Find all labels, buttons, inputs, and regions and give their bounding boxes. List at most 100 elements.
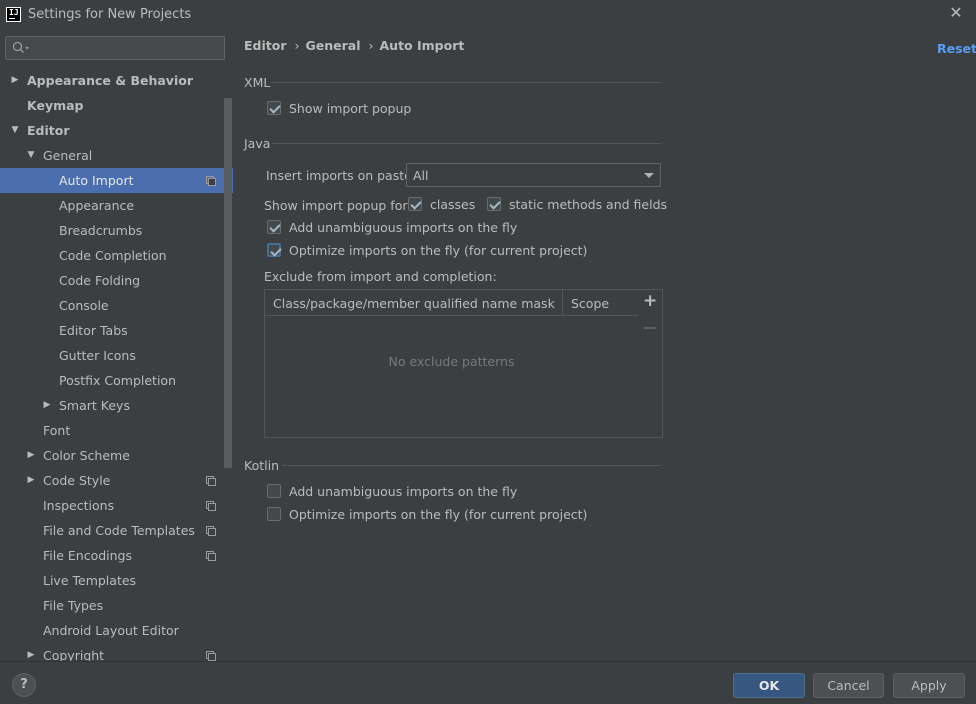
sidebar-item-appearance-behavior[interactable]: ▶ Appearance & Behavior: [0, 68, 233, 93]
java-optimize-imports-checkbox[interactable]: [267, 243, 281, 257]
sidebar-item-android-layout-editor[interactable]: Android Layout Editor: [0, 618, 233, 643]
java-classes-checkbox[interactable]: [408, 197, 422, 211]
sidebar-item-general[interactable]: ▼ General: [0, 143, 233, 168]
chevron-right-icon[interactable]: ▶: [26, 643, 36, 661]
sidebar-item-label: File Encodings: [43, 548, 133, 563]
sidebar-item-font[interactable]: Font: [0, 418, 233, 443]
sidebar-item-file-encodings[interactable]: File Encodings: [0, 543, 233, 568]
breadcrumb: Editor › General › Auto Import: [244, 38, 470, 54]
sidebar-scrollbar[interactable]: [224, 98, 232, 468]
search-input[interactable]: [36, 40, 216, 56]
java-add-unambiguous-checkbox[interactable]: [267, 220, 281, 234]
cancel-button[interactable]: Cancel: [813, 673, 884, 698]
intellij-logo-icon: IJ: [6, 7, 21, 22]
breadcrumb-separator: ›: [368, 38, 374, 53]
breadcrumb-separator: ›: [294, 38, 300, 53]
chevron-right-icon[interactable]: ▶: [26, 443, 36, 468]
chevron-right-icon[interactable]: ▶: [42, 393, 52, 418]
reset-link[interactable]: Reset: [937, 41, 976, 56]
kotlin-add-unambiguous-checkbox[interactable]: [267, 484, 281, 498]
project-scope-icon: [206, 476, 216, 486]
kotlin-section-title: Kotlin: [244, 458, 279, 473]
insert-imports-value: All: [413, 168, 429, 183]
sidebar-item-keymap[interactable]: Keymap: [0, 93, 233, 118]
window-title: Settings for New Projects: [28, 7, 192, 22]
sidebar-item-label: Code Folding: [59, 273, 141, 288]
kotlin-optimize-imports-checkbox[interactable]: [267, 507, 281, 521]
ok-button[interactable]: OK: [733, 673, 805, 698]
chevron-right-icon[interactable]: ▶: [26, 468, 36, 493]
sidebar-item-editor-tabs[interactable]: Editor Tabs: [0, 318, 233, 343]
chevron-right-icon[interactable]: ▶: [10, 68, 20, 93]
sidebar-item-live-templates[interactable]: Live Templates: [0, 568, 233, 593]
breadcrumb-item-general[interactable]: General: [306, 38, 361, 53]
dialog-footer: ? OK Cancel Apply: [0, 661, 976, 704]
column-header-name-mask[interactable]: Class/package/member qualified name mask: [273, 296, 555, 311]
java-section-title: Java: [244, 136, 271, 151]
column-divider[interactable]: [562, 290, 563, 316]
java-static-methods-checkbox[interactable]: [487, 197, 501, 211]
project-scope-icon: [206, 501, 216, 511]
sidebar-item-code-style[interactable]: ▶ Code Style: [0, 468, 233, 493]
sidebar-item-gutter-icons[interactable]: Gutter Icons: [0, 343, 233, 368]
remove-icon[interactable]: [644, 327, 656, 329]
sidebar-item-appearance[interactable]: Appearance: [0, 193, 233, 218]
sidebar-item-label: Code Completion: [59, 248, 167, 263]
sidebar-item-code-folding[interactable]: Code Folding: [0, 268, 233, 293]
sidebar-item-label: Live Templates: [43, 573, 137, 588]
sidebar-item-auto-import[interactable]: Auto Import: [0, 168, 233, 193]
insert-imports-dropdown[interactable]: All: [406, 163, 661, 187]
chevron-down-icon[interactable]: ▼: [26, 143, 36, 168]
project-scope-icon: [206, 551, 216, 561]
sidebar-item-copyright[interactable]: ▶ Copyright: [0, 643, 233, 661]
project-scope-icon: [206, 651, 216, 661]
title-bar: IJ Settings for New Projects ✕: [0, 0, 976, 30]
chevron-down-icon[interactable]: ▼: [10, 118, 20, 143]
search-icon: [12, 41, 29, 53]
sidebar-item-inspections[interactable]: Inspections: [0, 493, 233, 518]
sidebar-item-editor[interactable]: ▼ Editor: [0, 118, 233, 143]
apply-button[interactable]: Apply: [893, 673, 965, 698]
java-add-unambiguous-label: Add unambiguous imports on the fly: [289, 220, 518, 235]
sidebar-item-smart-keys[interactable]: ▶ Smart Keys: [0, 393, 233, 418]
sidebar-item-breadcrumbs[interactable]: Breadcrumbs: [0, 218, 233, 243]
sidebar-item-file-types[interactable]: File Types: [0, 593, 233, 618]
show-popup-for-label: Show import popup for:: [264, 198, 412, 213]
search-field[interactable]: [5, 36, 225, 60]
sidebar-item-code-completion[interactable]: Code Completion: [0, 243, 233, 268]
sidebar-item-label: Postfix Completion: [59, 373, 176, 388]
table-empty-text: No exclude patterns: [388, 354, 515, 369]
sidebar-item-console[interactable]: Console: [0, 293, 233, 318]
project-scope-icon: [206, 176, 216, 186]
exclude-table-header: Class/package/member qualified name mask…: [265, 290, 638, 316]
java-optimize-imports-label: Optimize imports on the fly (for current…: [289, 243, 588, 258]
sidebar-item-label: Inspections: [43, 498, 115, 513]
exclude-label: Exclude from import and completion:: [264, 269, 497, 284]
help-button[interactable]: ?: [12, 673, 36, 697]
sidebar-item-file-and-code-templates[interactable]: File and Code Templates: [0, 518, 233, 543]
sidebar-item-label: Appearance: [59, 198, 135, 213]
sidebar-item-label: Breadcrumbs: [59, 223, 143, 238]
sidebar-item-label: Font: [43, 423, 71, 438]
sidebar-item-label: Appearance & Behavior: [27, 73, 193, 88]
sidebar-item-color-scheme[interactable]: ▶ Color Scheme: [0, 443, 233, 468]
sidebar-item-label: Console: [59, 298, 109, 313]
kotlin-section-divider: [282, 465, 661, 466]
close-icon[interactable]: ✕: [948, 5, 964, 21]
sidebar-item-label: Android Layout Editor: [43, 623, 179, 638]
java-classes-label: classes: [430, 197, 476, 212]
settings-panel: Editor › General › Auto Import Reset XML Sho…: [233, 30, 976, 661]
xml-show-import-popup-checkbox[interactable]: [267, 101, 281, 115]
add-icon[interactable]: +: [643, 293, 657, 310]
sidebar-item-postfix-completion[interactable]: Postfix Completion: [0, 368, 233, 393]
sidebar-item-label: Gutter Icons: [59, 348, 136, 363]
sidebar-item-label: File Types: [43, 598, 104, 613]
kotlin-optimize-imports-label: Optimize imports on the fly (for current…: [289, 507, 588, 522]
column-header-scope[interactable]: Scope: [571, 296, 609, 311]
java-section-divider: [272, 143, 661, 144]
sidebar-item-label: Keymap: [27, 98, 84, 113]
sidebar-item-label: Code Style: [43, 473, 111, 488]
breadcrumb-item-editor[interactable]: Editor: [244, 38, 287, 53]
xml-section-title: XML: [244, 75, 271, 90]
insert-imports-label: Insert imports on paste:: [266, 168, 417, 183]
